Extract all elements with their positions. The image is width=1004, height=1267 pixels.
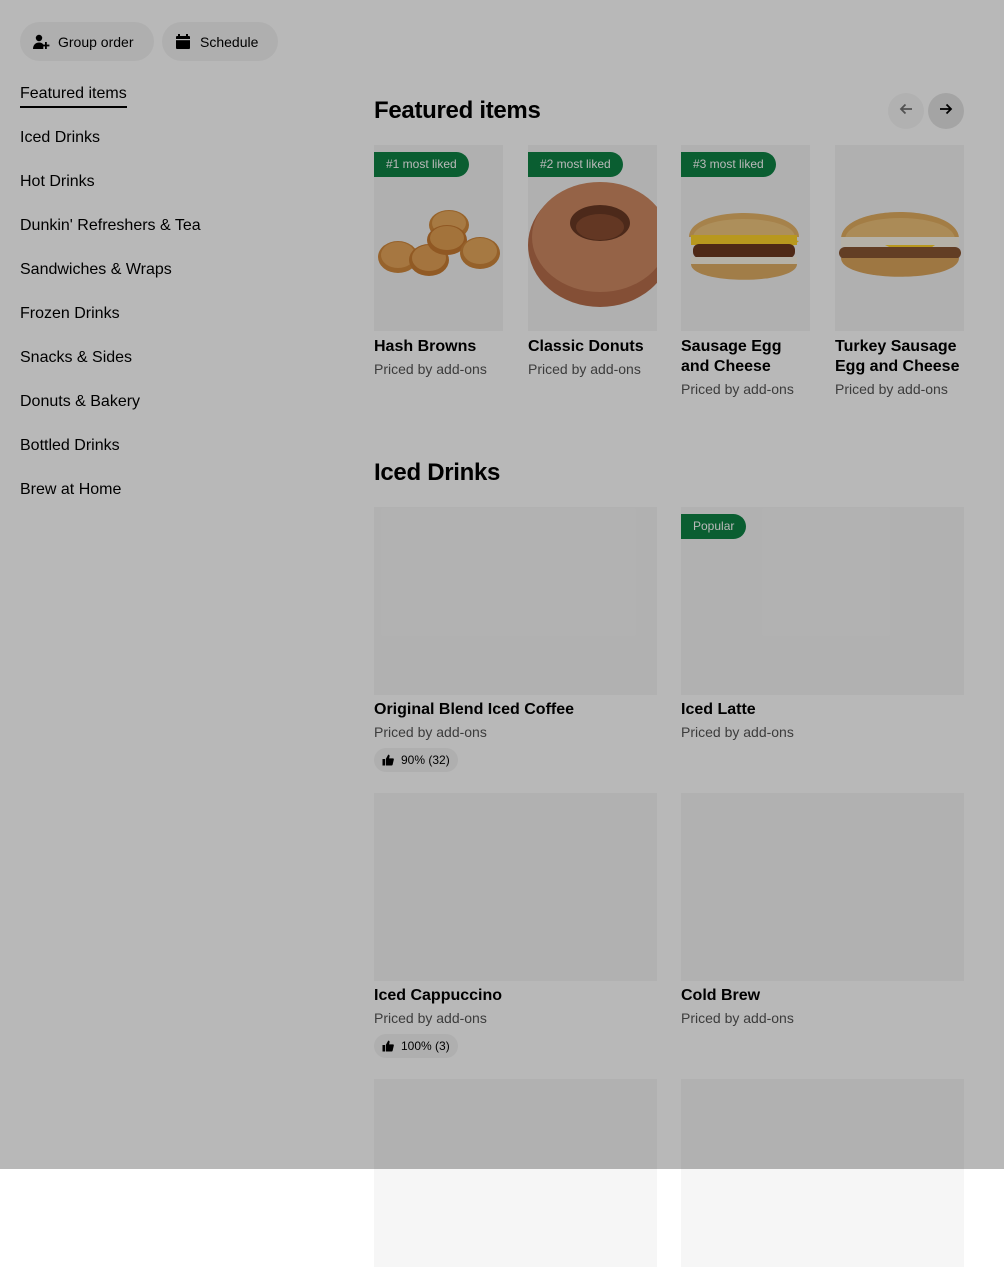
hash-browns-image: #1 most liked	[374, 145, 503, 331]
item-name: Classic Donuts	[528, 338, 644, 355]
item-name: Original Blend Iced Coffee	[374, 701, 575, 718]
sidebar-item-iced-drinks[interactable]: Iced Drinks	[20, 126, 320, 170]
sandwich-image: #3 most liked	[681, 145, 810, 331]
menu-item-card[interactable]: Cold Brew Priced by add-ons	[681, 793, 964, 1028]
sidebar-item-label: Snacks & Sides	[20, 349, 133, 366]
featured-item-card[interactable]: #3 most liked Sausage Egg and Cheese Pri…	[681, 145, 810, 399]
carousel-prev-button[interactable]	[888, 93, 924, 129]
featured-items-title: Featured items	[374, 97, 541, 124]
item-name: Iced Cappuccino	[374, 987, 503, 1004]
sidebar-item-sandwiches-wraps[interactable]: Sandwiches & Wraps	[20, 258, 320, 302]
item-name: Iced Latte	[681, 701, 756, 718]
most-liked-badge: #2 most liked	[528, 152, 623, 177]
group-order-button[interactable]: Group order	[20, 22, 154, 61]
item-price: Priced by add-ons	[835, 381, 948, 397]
calendar-icon	[174, 33, 192, 51]
arrow-right-icon	[938, 101, 954, 122]
sidebar-item-bottled-drinks[interactable]: Bottled Drinks	[20, 434, 320, 478]
rating-text: 100% (3)	[401, 1039, 450, 1053]
sidebar-item-brew-at-home[interactable]: Brew at Home	[20, 478, 320, 522]
item-name: Hash Browns	[374, 338, 477, 355]
featured-item-card[interactable]: Turkey Sausage Egg and Cheese Priced by …	[835, 145, 964, 399]
sidebar-item-donuts-bakery[interactable]: Donuts & Bakery	[20, 390, 320, 434]
sidebar-item-frozen-drinks[interactable]: Frozen Drinks	[20, 302, 320, 346]
menu-item-card[interactable]	[681, 1079, 964, 1267]
schedule-label: Schedule	[200, 33, 259, 50]
item-name: Cold Brew	[681, 987, 761, 1004]
item-name: Turkey Sausage Egg and Cheese	[835, 338, 960, 375]
sidebar-item-featured-items[interactable]: Featured items	[20, 82, 320, 126]
item-name: Sausage Egg and Cheese	[681, 338, 782, 375]
menu-item-card[interactable]: Original Blend Iced Coffee Priced by add…	[374, 507, 657, 772]
sidebar-item-label: Frozen Drinks	[20, 305, 120, 322]
sidebar-item-label: Bottled Drinks	[20, 437, 120, 454]
item-image-placeholder	[681, 793, 964, 981]
sidebar-item-snacks-sides[interactable]: Snacks & Sides	[20, 346, 320, 390]
iced-drinks-title: Iced Drinks	[374, 459, 501, 486]
sidebar-item-label: Hot Drinks	[20, 173, 95, 190]
menu-page: Group order Schedule Featured items Iced…	[0, 0, 1004, 1267]
sidebar-item-label: Featured items	[20, 82, 127, 108]
sidebar-item-label: Donuts & Bakery	[20, 393, 141, 410]
sidebar-item-label: Dunkin' Refreshers & Tea	[20, 217, 201, 234]
schedule-button[interactable]: Schedule	[162, 22, 278, 61]
item-price: Priced by add-ons	[681, 724, 794, 740]
item-price: Priced by add-ons	[681, 381, 794, 397]
donut-image: #2 most liked	[528, 145, 657, 331]
rating-badge: 90% (32)	[374, 748, 458, 772]
item-price: Priced by add-ons	[681, 1010, 794, 1026]
sidebar-item-hot-drinks[interactable]: Hot Drinks	[20, 170, 320, 214]
add-person-icon	[32, 33, 50, 51]
item-price: Priced by add-ons	[374, 724, 487, 740]
item-price: Priced by add-ons	[374, 1010, 487, 1026]
rating-badge: 100% (3)	[374, 1034, 458, 1058]
sidebar-item-label: Sandwiches & Wraps	[20, 261, 172, 278]
sidebar-item-label: Iced Drinks	[20, 129, 101, 146]
item-price: Priced by add-ons	[374, 361, 487, 377]
item-image-placeholder: Popular	[681, 507, 964, 695]
menu-item-card[interactable]: Iced Cappuccino Priced by add-ons 100% (…	[374, 793, 657, 1058]
sidebar-item-refreshers-tea[interactable]: Dunkin' Refreshers & Tea	[20, 214, 320, 258]
group-order-label: Group order	[58, 33, 134, 50]
item-image-placeholder	[681, 1079, 964, 1267]
sandwich-image	[835, 145, 964, 331]
carousel-next-button[interactable]	[928, 93, 964, 129]
thumbs-up-icon	[382, 1040, 394, 1052]
thumbs-up-icon	[382, 754, 394, 766]
sidebar-item-label: Brew at Home	[20, 481, 122, 498]
menu-item-card[interactable]	[374, 1079, 657, 1267]
most-liked-badge: #3 most liked	[681, 152, 776, 177]
item-image-placeholder	[374, 793, 657, 981]
featured-item-card[interactable]: #2 most liked Classic Donuts Priced by a…	[528, 145, 657, 379]
arrow-left-icon	[898, 101, 914, 122]
popular-badge: Popular	[681, 514, 747, 539]
item-image-placeholder	[374, 1079, 657, 1267]
most-liked-badge: #1 most liked	[374, 152, 469, 177]
item-price: Priced by add-ons	[528, 361, 641, 377]
featured-item-card[interactable]: #1 most liked Hash Browns Priced by add-…	[374, 145, 503, 379]
rating-text: 90% (32)	[401, 753, 450, 767]
item-image-placeholder	[374, 507, 657, 695]
menu-item-card[interactable]: Popular Iced Latte Priced by add-ons	[681, 507, 964, 742]
category-sidebar: Featured items Iced Drinks Hot Drinks Du…	[20, 82, 320, 522]
